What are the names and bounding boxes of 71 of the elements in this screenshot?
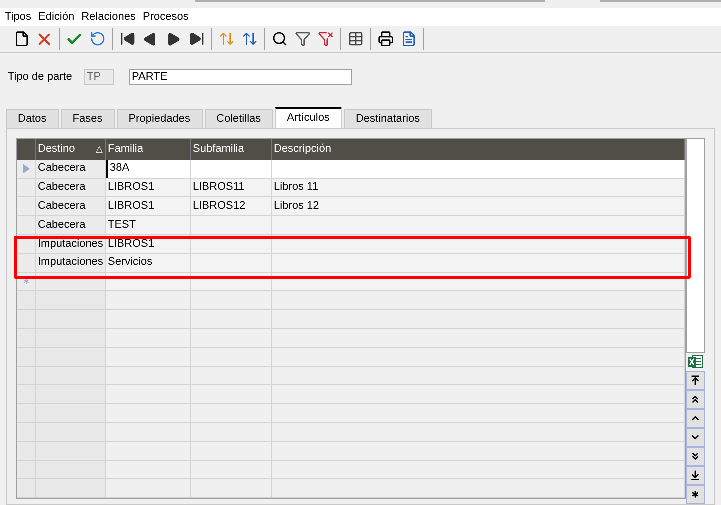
table-cell[interactable]: Libros 12	[272, 197, 686, 216]
table-cell[interactable]	[36, 422, 106, 441]
table-cell[interactable]: LIBROS11	[191, 178, 272, 196]
table-cell[interactable]: Cabecera	[36, 178, 106, 196]
menu-item[interactable]: Procesos	[143, 8, 189, 26]
new-row-icon	[22, 276, 30, 286]
navigation-button[interactable]	[686, 371, 705, 390]
first-icon	[120, 31, 136, 47]
row-indicator[interactable]	[17, 160, 36, 178]
table-cell[interactable]	[36, 291, 106, 310]
table-cell[interactable]: Cabecera	[36, 216, 106, 234]
filter-icon	[294, 31, 310, 47]
tab[interactable]: Destinatarios	[344, 109, 432, 128]
table-cell[interactable]	[36, 460, 106, 478]
table-cell[interactable]: Imputaciones	[36, 254, 106, 272]
table-cell[interactable]: LIBROS1	[106, 197, 191, 216]
table-cell[interactable]: Cabecera	[36, 160, 106, 178]
table-cell[interactable]	[272, 160, 686, 178]
table-cell[interactable]	[36, 366, 106, 384]
tab[interactable]: Artículos	[275, 107, 342, 129]
table-cell[interactable]	[36, 328, 106, 347]
table-cell[interactable]: Servicios	[106, 254, 191, 272]
table-cell[interactable]: LIBROS1	[106, 178, 191, 196]
name-field[interactable]: PARTE	[129, 69, 352, 85]
print-icon	[378, 31, 394, 47]
last-record-icon	[690, 470, 702, 482]
table-cell[interactable]	[36, 404, 106, 422]
page-down-icon	[690, 451, 702, 462]
tab[interactable]: Datos	[6, 109, 59, 128]
previous-icon	[143, 32, 158, 46]
search-icon	[272, 31, 288, 47]
tab[interactable]: Fases	[60, 109, 115, 128]
navigation-button[interactable]	[686, 485, 705, 504]
next-icon	[166, 32, 181, 46]
code-field[interactable]: TP	[84, 69, 114, 85]
table-cell[interactable]: Cabecera	[36, 197, 106, 216]
table-cell[interactable]	[36, 310, 106, 328]
sort-descending-icon	[242, 31, 258, 47]
new-icon	[14, 31, 30, 47]
page-up-icon	[690, 394, 702, 406]
table-cell[interactable]: LIBROS12	[191, 197, 272, 216]
table-cell[interactable]: TEST	[106, 216, 191, 234]
navigation-button[interactable]	[686, 409, 705, 428]
current-row-icon	[22, 164, 30, 174]
clear-filter-icon	[318, 31, 334, 47]
table-cell[interactable]	[36, 385, 106, 404]
menu-item[interactable]: Edición	[38, 8, 75, 26]
navigation-button[interactable]	[686, 428, 705, 448]
table-cell[interactable]	[36, 348, 106, 366]
field-label: Tipo de parte	[8, 70, 74, 85]
sort-indicator: △	[96, 142, 103, 156]
table-cell[interactable]: 38A	[106, 160, 191, 178]
first-record-icon	[690, 375, 702, 386]
navigation-button[interactable]	[686, 466, 705, 486]
tab[interactable]: Coletillas	[204, 109, 274, 128]
sort-icon	[218, 31, 234, 47]
new-record-icon	[690, 489, 702, 500]
menu-item[interactable]: Tipos	[5, 8, 32, 26]
grid-icon	[348, 31, 364, 47]
table-cell[interactable]	[36, 479, 106, 498]
menu-item[interactable]: Relaciones	[82, 8, 136, 26]
table-cell[interactable]: Libros 11	[272, 178, 686, 196]
table-cell[interactable]	[36, 442, 106, 460]
navigation-button[interactable]	[686, 447, 705, 466]
last-icon	[188, 31, 204, 47]
spreadsheet-icon[interactable]	[688, 355, 704, 370]
navigation-button[interactable]	[686, 390, 705, 410]
scrollbar-track[interactable]	[686, 138, 705, 354]
tab[interactable]: Propiedades	[116, 109, 202, 128]
table-cell[interactable]	[191, 160, 272, 178]
undo-icon	[90, 31, 106, 47]
